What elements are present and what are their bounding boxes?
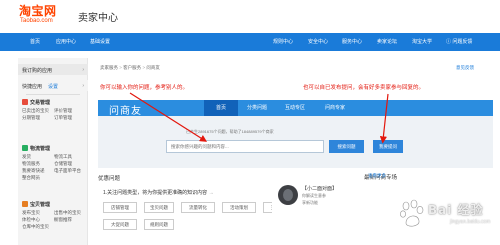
search-input[interactable] [166, 140, 324, 153]
taobao-logo[interactable]: 淘宝网 Taobao.com [19, 2, 77, 28]
sidebar-link-ship[interactable]: 发货 [22, 154, 31, 160]
sidebar-link-orders[interactable]: 订单管理 [54, 115, 72, 121]
chevron-right-icon: › [82, 83, 84, 89]
nav-home[interactable]: 首页 [30, 38, 40, 45]
sidebar-my-apps[interactable]: 我订购的应用 › [18, 64, 88, 75]
nav-security-center[interactable]: 安全中心 [308, 38, 328, 45]
nav-rules-center[interactable]: 规则中心 [273, 38, 293, 45]
search-area: 已产生2891675个问题，帮助了184889579个商家 搜索问题 我要提问 [98, 116, 493, 168]
trade-icon [22, 99, 28, 105]
goods-icon [22, 201, 28, 207]
tag-promotion-issues[interactable]: 大促问题 [103, 219, 137, 230]
chevron-right-icon: › [82, 67, 84, 73]
baidu-jingyan-watermark: Bai 经验 jingyan.baidu.com [400, 197, 494, 233]
tab-interaction[interactable]: 互动专区 [278, 100, 312, 116]
avatar [278, 185, 298, 205]
sidebar-link-publish[interactable]: 发布宝贝 [22, 210, 40, 216]
logo-sub-text: Taobao.com [20, 18, 53, 24]
tag-goods-issues[interactable]: 宝贝问题 [144, 202, 174, 213]
paw-icon [400, 199, 424, 227]
experts-more-link[interactable]: 查看更多 [368, 173, 386, 179]
nav-app-center[interactable]: 应用中心 [56, 38, 76, 45]
sidebar: 我订购的应用 › 快捷应用 设置 › 交易管理 已卖出的宝贝 评价管理 分期管理… [18, 58, 88, 245]
breadcrumb-separator: > [119, 65, 122, 70]
expert-name: 【小二面对面】 [302, 186, 338, 192]
sidebar-link-reviews[interactable]: 评价管理 [54, 108, 72, 114]
divider [26, 94, 80, 95]
sidebar-link-on-sale[interactable]: 出售中的宝贝 [54, 210, 81, 216]
search-stats: 已产生2891675个问题，帮助了184889579个商家 [186, 129, 274, 134]
sidebar-link-showcase[interactable]: 橱窗推荐 [54, 217, 72, 223]
sidebar-link-sold[interactable]: 已卖出的宝贝 [22, 108, 49, 114]
breadcrumb-separator: > [142, 65, 146, 70]
nav-seller-forum[interactable]: 卖家论坛 [377, 38, 397, 45]
watermark-text: Bai 经验 [428, 203, 484, 217]
sidebar-my-apps-label: 我订购的应用 [22, 68, 53, 74]
type-instruction: 1.关注问题类型，将为你提供更准确的知识内容 → [103, 189, 214, 196]
nav-feedback[interactable]: ⓘ 问题反馈 [446, 38, 472, 45]
sidebar-logistics-title: 物流管理 [30, 146, 51, 152]
sidebar-link-installment[interactable]: 分期管理 [22, 115, 40, 121]
sidebar-link-checkup[interactable]: 体检中心 [22, 217, 40, 223]
arrow-right-icon: → [208, 190, 214, 196]
header: 淘宝网 Taobao.com 卖家中心 [0, 0, 500, 33]
wenshangyou-logo[interactable]: 问商友 [109, 102, 142, 117]
question-icon: ⓘ [446, 39, 452, 45]
sidebar-link-express[interactable]: 我要寄快递 [22, 168, 45, 174]
expert-description-2: 享新功能 [302, 200, 318, 205]
expert-description: 你解读生意参 [302, 193, 326, 198]
breadcrumb-item[interactable]: 卖家服务 [100, 65, 118, 70]
sidebar-trade-title: 交易管理 [30, 100, 51, 106]
type-instruction-text: 1.关注问题类型，将为你提供更准确的知识内容 [103, 190, 208, 196]
sidebar-settings-link[interactable]: 设置 [48, 83, 58, 90]
nav-service-center[interactable]: 服务中心 [342, 38, 362, 45]
sidebar-link-logistics-tools[interactable]: 物流工具 [54, 154, 72, 160]
tab-home[interactable]: 首页 [204, 100, 238, 116]
breadcrumb-item-current: 问商友 [146, 65, 160, 70]
logo-main-text: 淘宝网 [19, 4, 57, 18]
annotation-left: 你可以输入你的问题，参考别人的。 [100, 85, 189, 91]
ask-question-button[interactable]: 我要提问 [373, 140, 403, 153]
sidebar-link-warehouse-goods[interactable]: 仓库中的宝贝 [22, 224, 49, 230]
tag-traffic-conversion[interactable]: 流量转化 [181, 202, 215, 213]
logistics-icon [22, 145, 28, 151]
sidebar-quick-apps: 快捷应用 设置 › [18, 80, 88, 91]
sidebar-link-logistics-service[interactable]: 物流服务 [22, 161, 40, 167]
sidebar-quick-apps-label: 快捷应用 [22, 84, 43, 90]
breadcrumb: 卖家服务 > 客户服务 > 问商友 [100, 65, 160, 71]
top-nav: 首页 应用中心 基础设置 规则中心 安全中心 服务中心 卖家论坛 淘宝大学 ⓘ … [0, 33, 500, 51]
expert-card[interactable]: 【小二面对面】 你解读生意参 享新功能 [272, 181, 402, 245]
sidebar-link-warehouse[interactable]: 仓储管理 [54, 161, 72, 167]
section-title: 优惠问题 [98, 176, 121, 182]
sidebar-goods-title: 宝贝管理 [30, 202, 51, 208]
nav-taobao-university[interactable]: 淘宝大学 [412, 38, 432, 45]
tag-rule-issues[interactable]: 规则问题 [144, 219, 174, 230]
nav-feedback-label: 问题反馈 [452, 39, 473, 45]
watermark-url: jingyan.baidu.com [450, 219, 491, 225]
page-title: 卖家中心 [78, 13, 118, 24]
wenshangyou-banner: 问商友 首页 分类问题 互动专区 问商专家 [98, 100, 493, 117]
tag-store-management[interactable]: 店铺管理 [103, 202, 137, 213]
search-button[interactable]: 搜索问题 [329, 140, 364, 153]
tab-experts[interactable]: 问商专家 [318, 100, 352, 116]
sidebar-link-eform[interactable]: 电子面单平台 [54, 168, 81, 174]
feedback-link[interactable]: 意见反馈 [456, 65, 474, 71]
annotation-right: 也可以自已发布提问，会有好多卖家参与回复的。 [303, 85, 425, 91]
breadcrumb-item[interactable]: 客户服务 [123, 65, 141, 70]
tab-categories[interactable]: 分类问题 [240, 100, 274, 116]
tag-campaign-planning[interactable]: 活动策划 [222, 202, 256, 213]
nav-basic-settings[interactable]: 基础设置 [90, 38, 110, 45]
sidebar-link-integrate[interactable]: 整合网员 [22, 175, 40, 181]
